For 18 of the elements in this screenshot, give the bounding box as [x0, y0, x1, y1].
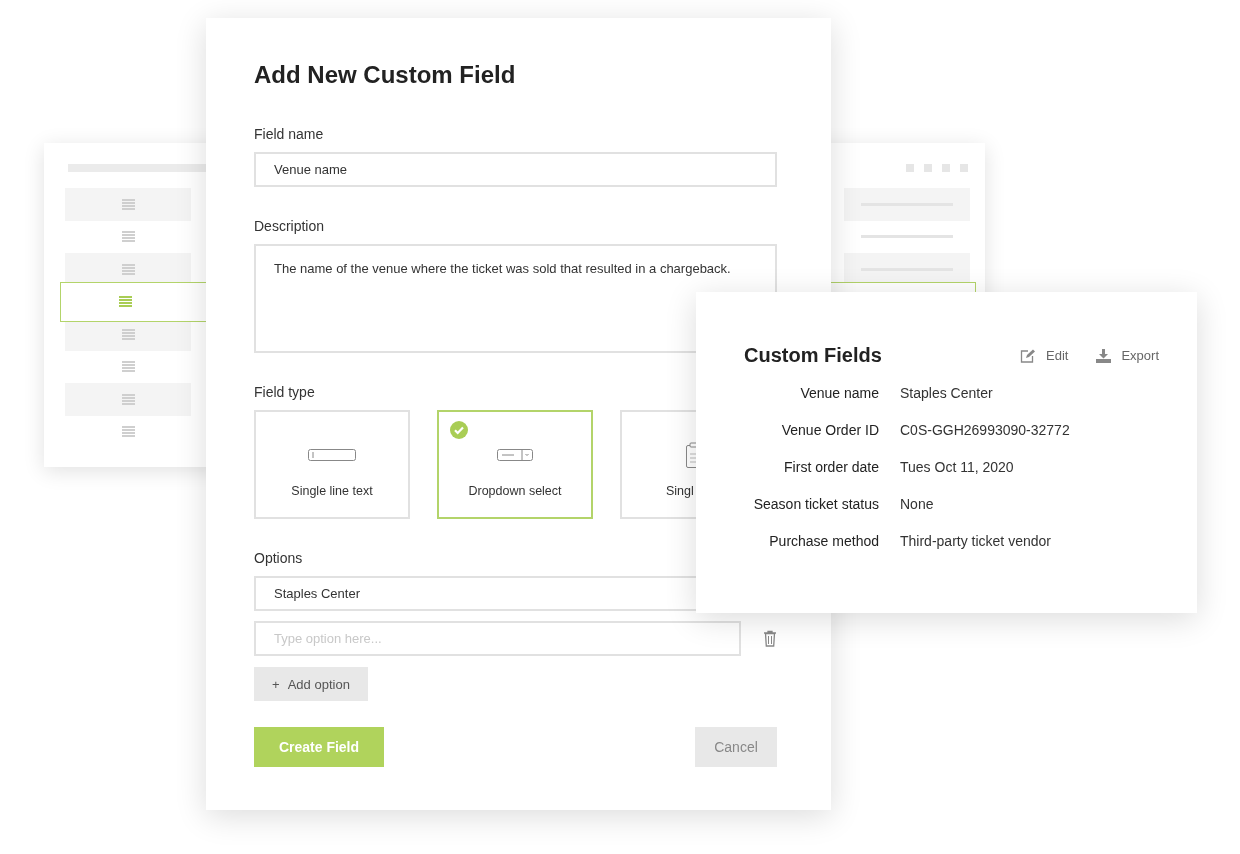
field-label: Description	[254, 217, 326, 235]
field-name-label: First order date	[783, 459, 879, 475]
field-label: Options	[254, 549, 304, 567]
field-label: Field type	[254, 383, 316, 401]
field-value: Tues Oct 11, 2020	[900, 459, 1015, 475]
field-name-label: Venue Order ID	[780, 422, 879, 438]
field-value: None	[900, 496, 935, 512]
dialog-title: Add New Custom Field	[254, 61, 517, 89]
field-label: Field name	[254, 125, 325, 143]
field-value: Third-party ticket vendor	[900, 533, 1052, 549]
field-value: Staples Center	[900, 385, 994, 401]
field-name-label: Season ticket status	[752, 496, 879, 512]
field-value: C0S-GGH26993090-32772	[900, 422, 1071, 438]
field-type-label: Singl	[666, 484, 694, 498]
field-type-label: Dropdown select	[468, 484, 562, 498]
field-type-label: Single line text	[291, 484, 373, 498]
field-name-label: Purchase method	[768, 533, 879, 549]
field-name-label: Venue name	[799, 385, 879, 401]
